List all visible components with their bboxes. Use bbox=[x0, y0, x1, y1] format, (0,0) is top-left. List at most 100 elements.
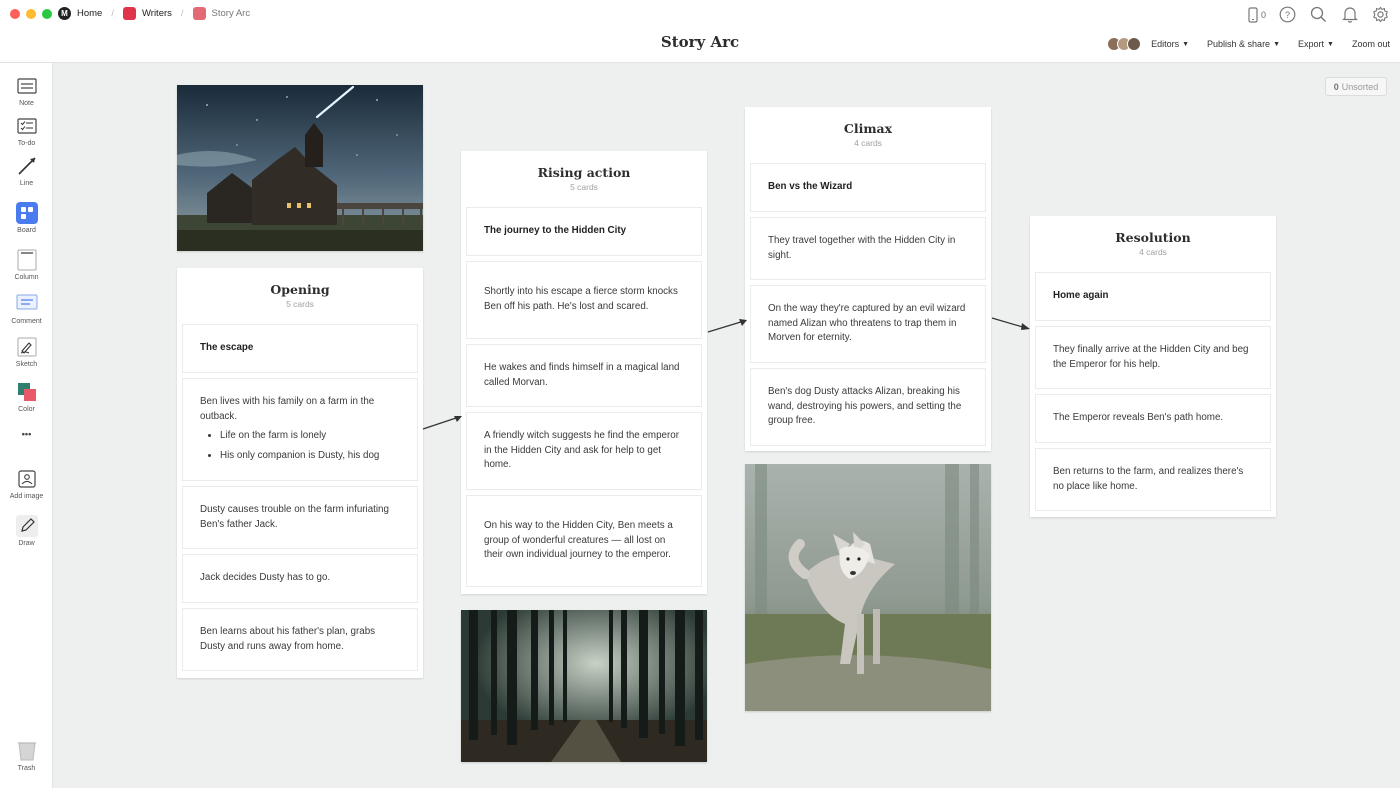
card-count: 4 cards bbox=[854, 138, 882, 148]
gear-icon bbox=[1373, 6, 1388, 23]
unsorted-badge[interactable]: 0 Unsorted bbox=[1325, 77, 1387, 96]
note-icon bbox=[16, 75, 38, 97]
tool-note[interactable]: Note bbox=[0, 75, 53, 107]
column-title[interactable]: Opening bbox=[182, 282, 418, 297]
card-list: Ben vs the Wizard They travel together w… bbox=[750, 163, 986, 446]
column-opening[interactable]: Opening 5 cards The escape Ben lives wit… bbox=[177, 268, 423, 678]
card[interactable]: Shortly into his escape a fierce storm k… bbox=[466, 261, 702, 339]
more-tools-button[interactable]: ••• bbox=[0, 429, 53, 439]
chevron-down-icon: ▼ bbox=[1273, 40, 1281, 48]
image-icon bbox=[16, 468, 38, 490]
breadcrumb-story-arc[interactable]: Story Arc bbox=[192, 7, 250, 20]
zoom-out-button[interactable]: Zoom out bbox=[1352, 39, 1390, 49]
connector-arrow[interactable] bbox=[420, 410, 466, 432]
bullet-list: Life on the farm is lonely His only comp… bbox=[200, 429, 400, 468]
church-night-image[interactable] bbox=[177, 85, 423, 251]
bell-icon bbox=[1341, 7, 1358, 23]
tool-line[interactable]: Line bbox=[0, 155, 53, 187]
card-count: 5 cards bbox=[286, 299, 314, 309]
card[interactable]: Ben learns about his father's plan, grab… bbox=[182, 608, 418, 671]
card-list: The escape Ben lives with his family on … bbox=[182, 324, 418, 671]
column-title[interactable]: Rising action bbox=[466, 165, 702, 180]
forest-image[interactable] bbox=[461, 610, 707, 762]
card-count: 4 cards bbox=[1139, 247, 1167, 257]
card[interactable]: He wakes and finds himself in a magical … bbox=[466, 344, 702, 407]
card-heading[interactable]: Ben vs the Wizard bbox=[750, 163, 986, 212]
tool-draw[interactable]: Draw bbox=[0, 515, 53, 547]
help-button[interactable]: ? bbox=[1278, 5, 1297, 24]
tool-comment[interactable]: Comment bbox=[0, 293, 53, 325]
notifications-button[interactable] bbox=[1340, 5, 1359, 24]
card[interactable]: Ben's dog Dusty attacks Alizan, breaking… bbox=[750, 368, 986, 446]
tool-add-image[interactable]: Add image bbox=[0, 468, 53, 500]
window-controls bbox=[10, 9, 52, 19]
pen-icon bbox=[15, 515, 38, 537]
search-button[interactable] bbox=[1309, 5, 1328, 24]
mobile-device-button[interactable]: 0 bbox=[1248, 5, 1266, 24]
milanote-logo-icon: M bbox=[58, 7, 71, 20]
column-header: Climax 4 cards bbox=[750, 107, 986, 163]
more-icon: ••• bbox=[21, 429, 32, 439]
card-heading[interactable]: Home again bbox=[1035, 272, 1271, 321]
board-color-icon bbox=[192, 7, 206, 20]
column-header: Resolution 4 cards bbox=[1035, 216, 1271, 272]
column-header: Opening 5 cards bbox=[182, 268, 418, 324]
trash-icon bbox=[16, 740, 38, 762]
comment-icon bbox=[16, 293, 38, 315]
breadcrumb-writers[interactable]: Writers bbox=[122, 7, 172, 20]
card[interactable]: They finally arrive at the Hidden City a… bbox=[1035, 326, 1271, 389]
line-icon bbox=[16, 155, 38, 177]
column-climax[interactable]: Climax 4 cards Ben vs the Wizard They tr… bbox=[745, 107, 991, 451]
list-item: His only companion is Dusty, his dog bbox=[220, 449, 400, 464]
editors-menu[interactable]: Editors ▼ bbox=[1151, 39, 1189, 49]
card-list: The journey to the Hidden City Shortly i… bbox=[466, 207, 702, 587]
chevron-down-icon: ▼ bbox=[1327, 40, 1334, 48]
column-title[interactable]: Climax bbox=[750, 121, 986, 136]
column-title[interactable]: Resolution bbox=[1035, 230, 1271, 245]
list-item: Life on the farm is lonely bbox=[220, 429, 400, 444]
tool-sketch[interactable]: Sketch bbox=[0, 336, 53, 368]
color-swatch-icon bbox=[16, 381, 38, 403]
card[interactable]: Ben lives with his family on a farm in t… bbox=[182, 378, 418, 481]
card[interactable]: On his way to the Hidden City, Ben meets… bbox=[466, 495, 702, 587]
column-resolution[interactable]: Resolution 4 cards Home again They final… bbox=[1030, 216, 1276, 517]
tool-todo[interactable]: To-do bbox=[0, 115, 53, 147]
card[interactable]: Jack decides Dusty has to go. bbox=[182, 554, 418, 603]
export-menu[interactable]: Export ▼ bbox=[1298, 39, 1334, 49]
breadcrumb: M Home / Writers / Story Arc bbox=[58, 7, 250, 20]
checklist-icon bbox=[16, 115, 38, 137]
card[interactable]: A friendly witch suggests he find the em… bbox=[466, 412, 702, 490]
card[interactable]: Dusty causes trouble on the farm infuria… bbox=[182, 486, 418, 549]
tool-column[interactable]: Column bbox=[0, 249, 53, 281]
card[interactable]: Ben returns to the farm, and realizes th… bbox=[1035, 448, 1271, 511]
tool-board[interactable]: Board bbox=[0, 202, 53, 234]
breadcrumb-home[interactable]: M Home bbox=[58, 7, 102, 20]
help-icon: ? bbox=[1279, 6, 1296, 23]
board-toolbar: Editors ▼ Publish & share ▼ Export ▼ Zoom o… bbox=[1107, 37, 1390, 51]
top-right-icons: 0 ? bbox=[1248, 5, 1390, 24]
card-heading[interactable]: The escape bbox=[182, 324, 418, 373]
chevron-down-icon: ▼ bbox=[1182, 40, 1190, 48]
card[interactable]: On the way they're captured by an evil w… bbox=[750, 285, 986, 363]
editor-avatars[interactable] bbox=[1107, 37, 1142, 51]
board-icon bbox=[15, 202, 38, 224]
column-rising-action[interactable]: Rising action 5 cards The journey to the… bbox=[461, 151, 707, 594]
dog-image[interactable] bbox=[745, 464, 991, 711]
board-color-icon bbox=[122, 7, 136, 20]
tool-sidebar: Note To-do Line Board Column Comment Ske… bbox=[0, 63, 53, 788]
maximize-window-button[interactable] bbox=[42, 9, 52, 19]
tool-color[interactable]: Color bbox=[0, 381, 53, 413]
connector-arrow[interactable] bbox=[705, 315, 751, 335]
card-list: Home again They finally arrive at the Hi… bbox=[1035, 272, 1271, 511]
minimize-window-button[interactable] bbox=[26, 9, 36, 19]
column-icon bbox=[16, 249, 38, 271]
trash-button[interactable]: Trash bbox=[0, 740, 53, 772]
connector-arrow[interactable] bbox=[988, 314, 1034, 334]
card[interactable]: They travel together with the Hidden Cit… bbox=[750, 217, 986, 280]
card-heading[interactable]: The journey to the Hidden City bbox=[466, 207, 702, 256]
top-bar: M Home / Writers / Story Arc Story Arc 0… bbox=[0, 0, 1400, 63]
publish-share-menu[interactable]: Publish & share ▼ bbox=[1207, 39, 1280, 49]
settings-button[interactable] bbox=[1371, 5, 1390, 24]
card[interactable]: The Emperor reveals Ben's path home. bbox=[1035, 394, 1271, 443]
close-window-button[interactable] bbox=[10, 9, 20, 19]
